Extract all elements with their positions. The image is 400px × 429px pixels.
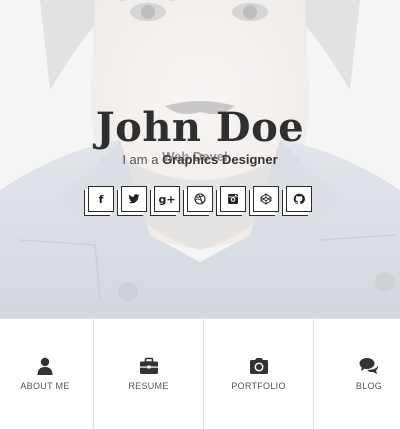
instagram-icon [228,194,238,204]
nav-tile-label: About Me [20,381,70,391]
nav-tile-label: Portfolio [231,381,286,391]
dribbble-icon [194,193,206,205]
nav-tile-blog[interactable]: Blog [314,319,400,429]
github-link[interactable] [286,186,312,212]
camera-icon [249,358,268,374]
profile-name: John Doe [95,104,305,151]
twitter-link[interactable] [121,186,147,212]
google-plus-icon: g+ [158,192,176,206]
nav-tile-portfolio[interactable]: Portfolio [204,319,314,429]
nav-tile-label: Blog [355,381,383,391]
facebook-link[interactable]: f [88,186,114,212]
nav-tile-about-me[interactable]: About Me [0,319,94,429]
section-nav: About Me Resume Portfolio Blog [0,318,400,429]
twitter-icon [128,194,140,204]
user-icon [37,357,53,375]
facebook-icon: f [98,192,104,206]
profile-role: I am a Web Devel Graphics Designer [0,149,400,167]
role-typed-value: Graphics Designer [162,152,278,167]
google-plus-link[interactable]: g+ [154,186,180,212]
comments-icon [359,358,379,374]
codepen-icon [260,193,272,205]
instagram-link[interactable] [220,186,246,212]
role-typed-text: Web Devel Graphics Designer [162,149,278,167]
nav-tile-label: Resume [128,381,169,391]
github-icon [293,193,305,205]
social-links: f g+ [0,186,400,212]
briefcase-icon [139,357,158,374]
hero-section: John Doe I am a Web Devel Graphics Desig… [0,0,400,318]
role-prefix: I am a [122,152,159,167]
nav-tile-resume[interactable]: Resume [94,319,204,429]
dribbble-link[interactable] [187,186,213,212]
codepen-link[interactable] [253,186,279,212]
